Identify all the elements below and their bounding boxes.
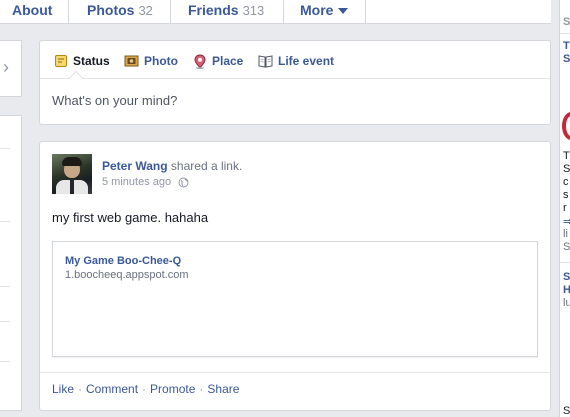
post-header: Peter Wang shared a link. — [102, 158, 242, 174]
post-author-link[interactable]: Peter Wang — [102, 159, 168, 173]
composer-tab-photo[interactable]: Photo — [124, 53, 178, 69]
tab-photos[interactable]: Photos 32 — [87, 0, 153, 24]
comment-button[interactable]: Comment — [86, 382, 138, 396]
tab-divider — [68, 0, 69, 24]
share-button[interactable]: Share — [207, 382, 239, 396]
sidebar-text: s — [563, 189, 569, 201]
post-time-link[interactable]: 5 minutes ago — [102, 176, 171, 188]
divider — [0, 321, 10, 322]
post-message: my first web game. hahaha — [52, 210, 209, 225]
sidebar-text[interactable]: H — [563, 284, 570, 296]
tab-more[interactable]: More — [300, 0, 349, 24]
sidebar-link[interactable]: ⇒ — [563, 215, 570, 228]
tab-more-label: More — [300, 2, 334, 18]
separator-dot: · — [142, 382, 147, 396]
chevron-down-icon — [338, 8, 349, 15]
tab-photos-label: Photos — [87, 2, 135, 18]
status-input[interactable]: What's on your mind? — [52, 93, 177, 108]
left-info-box — [0, 115, 22, 411]
like-button[interactable]: Like — [52, 382, 74, 396]
composer-tab-life-event[interactable]: Life event — [258, 53, 334, 69]
composer-tab-life-event-label: Life event — [278, 54, 335, 68]
right-sidebar: S T S T S c s r ⇒ li S S H lu S — [559, 0, 570, 417]
sidebar-text: S — [563, 241, 570, 253]
photo-icon — [124, 55, 139, 67]
link-title[interactable]: My Game Boo-Chee-Q — [65, 255, 181, 267]
separator-dot: · — [78, 382, 83, 396]
sidebar-text[interactable]: S — [563, 53, 570, 65]
sidebar-text: T — [563, 150, 570, 162]
profile-tab-bar: About Photos 32 Friends 313 More — [0, 0, 551, 24]
tab-about[interactable]: About — [12, 0, 52, 24]
composer-tabs: Status Photo Place Life event — [40, 41, 550, 79]
composer-tab-photo-label: Photo — [144, 54, 178, 68]
separator-dot: · — [199, 382, 204, 396]
tab-friends-count: 313 — [242, 3, 265, 18]
tab-photos-count: 32 — [138, 3, 153, 18]
sidebar-text: S — [563, 163, 570, 175]
sidebar-text: S — [563, 405, 570, 417]
divider — [560, 33, 570, 34]
post-actions: Like · Comment · Promote · Share — [52, 382, 239, 396]
divider — [560, 262, 570, 263]
divider — [0, 221, 10, 222]
globe-icon[interactable] — [178, 177, 189, 188]
feed-post: Peter Wang shared a link. 5 minutes ago … — [39, 141, 551, 411]
active-tab-pointer — [68, 71, 84, 79]
post-timestamp: 5 minutes ago — [102, 176, 189, 188]
sidebar-text: r — [563, 202, 567, 214]
composer-tab-place-label: Place — [212, 54, 244, 68]
divider — [40, 372, 550, 373]
composer-tab-place[interactable]: Place — [193, 53, 243, 69]
tab-divider — [365, 0, 366, 24]
tab-about-label: About — [12, 2, 53, 18]
map-pin-icon — [194, 53, 206, 69]
post-action-text: shared a link. — [170, 159, 243, 173]
left-nav-box[interactable]: › — [0, 40, 22, 97]
avatar[interactable] — [52, 154, 92, 194]
sidebar-text: lu — [563, 297, 570, 309]
link-url: 1.boocheeq.appspot.com — [65, 269, 189, 281]
sidebar-text: li — [563, 228, 568, 240]
sidebar-text[interactable]: T — [563, 40, 570, 52]
sidebar-text[interactable]: S — [563, 271, 570, 283]
composer-tab-status[interactable]: Status — [54, 53, 110, 69]
tab-friends[interactable]: Friends 313 — [188, 0, 264, 24]
chevron-right-icon[interactable]: › — [3, 57, 9, 78]
ad-image[interactable] — [562, 112, 570, 140]
tab-divider — [170, 0, 171, 24]
sidebar-text: c — [563, 176, 569, 188]
composer-tab-status-label: Status — [73, 54, 110, 68]
sidebar-heading: S — [563, 16, 570, 28]
divider — [0, 148, 10, 149]
status-icon — [55, 55, 67, 67]
shared-link-card[interactable]: My Game Boo-Chee-Q 1.boocheeq.appspot.co… — [52, 241, 538, 357]
book-icon — [258, 55, 273, 68]
tab-friends-label: Friends — [188, 2, 239, 18]
divider — [0, 286, 10, 287]
tab-divider — [283, 0, 284, 24]
promote-button[interactable]: Promote — [150, 382, 195, 396]
status-composer: Status Photo Place Life event What's on … — [39, 40, 551, 125]
divider — [0, 361, 10, 362]
